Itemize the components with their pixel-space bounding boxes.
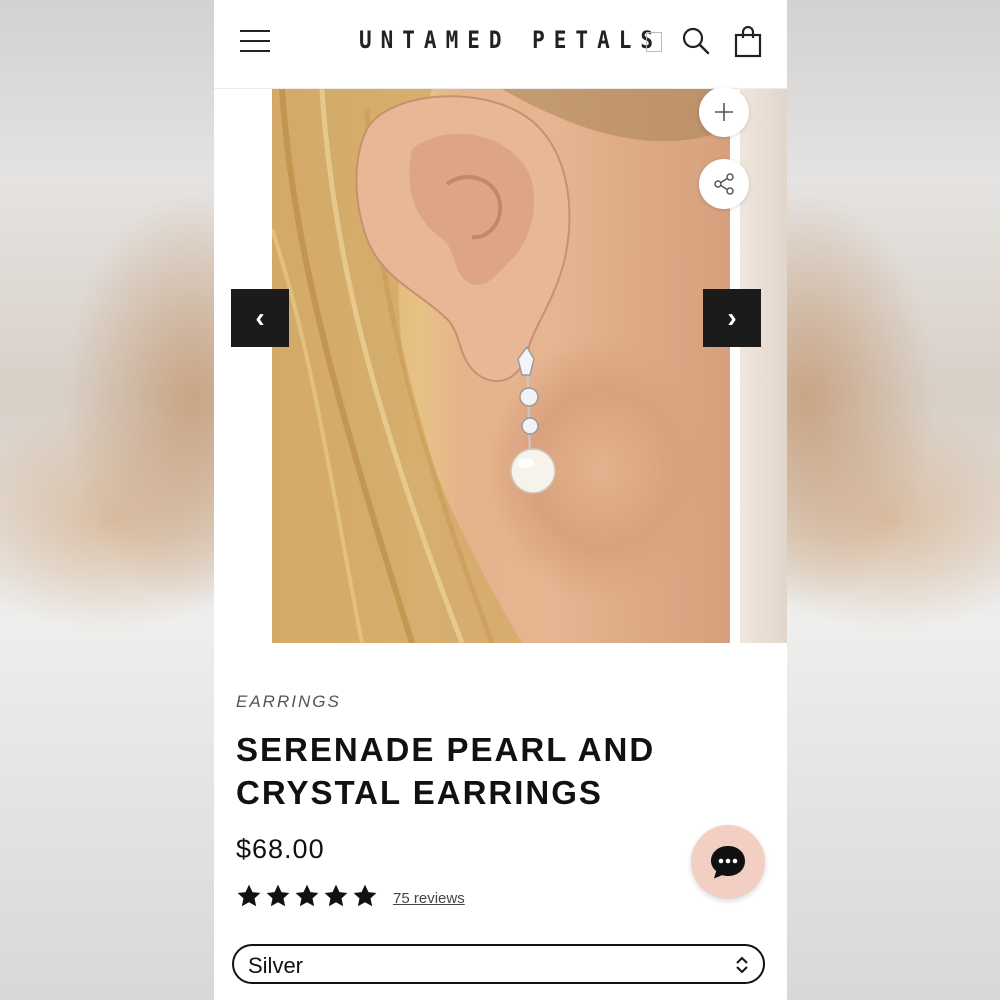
share-button[interactable]: [699, 159, 749, 209]
star-icon: [324, 884, 348, 907]
share-icon: [714, 173, 734, 195]
hamburger-menu-icon[interactable]: [240, 30, 270, 52]
star-icon: [266, 884, 290, 907]
zoom-button[interactable]: [699, 87, 749, 137]
reviews-link[interactable]: 75 reviews: [393, 890, 465, 907]
star-icon: [237, 884, 261, 907]
gallery-prev-button[interactable]: ‹: [231, 289, 289, 347]
blurred-background-left: [0, 0, 214, 1000]
blurred-background-right: [786, 0, 1000, 1000]
missing-glyph-icon: [646, 32, 662, 52]
chevron-right-icon: ›: [727, 302, 737, 333]
product-photo: [272, 89, 730, 643]
search-icon[interactable]: [681, 26, 711, 61]
star-rating: [236, 883, 378, 909]
next-product-photo-peek: [740, 89, 787, 643]
product-gallery: ‹ ›: [214, 87, 787, 643]
star-icon: [353, 884, 377, 907]
product-title: SERENADE PEARL AND CRYSTAL EARRINGS: [236, 731, 656, 811]
chat-button[interactable]: [691, 825, 765, 899]
product-price: $68.00: [236, 834, 325, 864]
variant-select-value: Silver: [248, 953, 304, 978]
shopping-bag-icon[interactable]: [734, 25, 762, 63]
chat-bubble-icon: [711, 846, 745, 879]
product-category[interactable]: EARRINGS: [236, 692, 341, 712]
star-icon: [295, 884, 319, 907]
mobile-screen: UNTAMED PETALS ‹ › EARRINGS SERENADE PEA…: [214, 0, 787, 1000]
select-chevron-icon: [736, 956, 748, 974]
site-header: UNTAMED PETALS: [214, 0, 787, 89]
gallery-next-button[interactable]: ›: [703, 289, 761, 347]
brand-logo[interactable]: UNTAMED PETALS: [359, 26, 653, 58]
variant-select[interactable]: Silver: [232, 944, 765, 984]
plus-icon: [715, 103, 733, 121]
chevron-left-icon: ‹: [255, 302, 265, 333]
